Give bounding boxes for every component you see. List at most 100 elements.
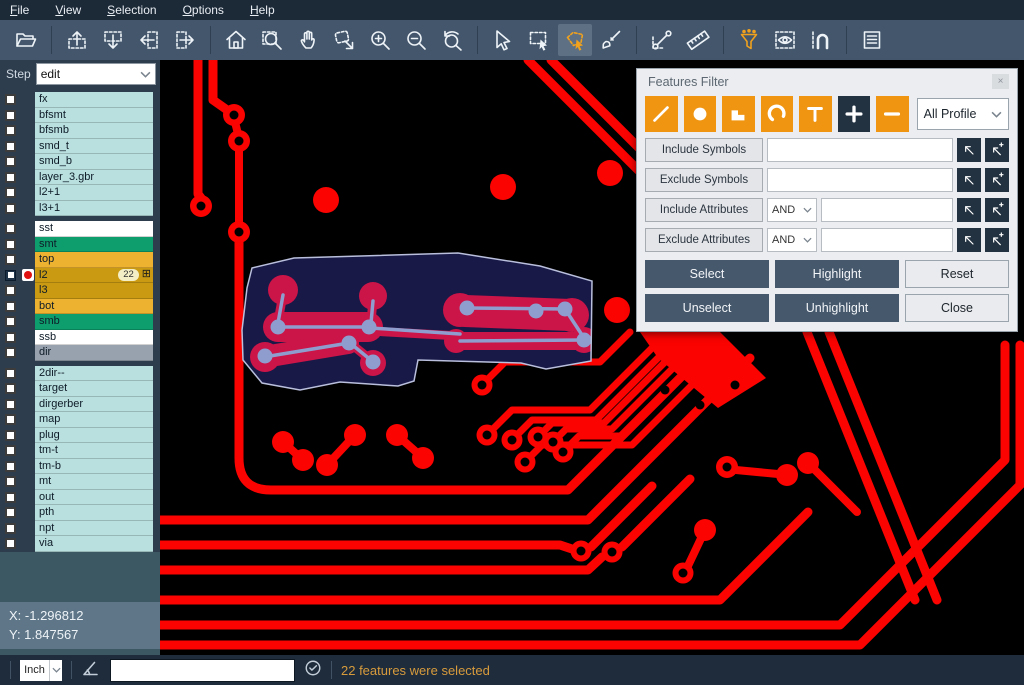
layer-checkbox[interactable] [5, 461, 16, 472]
zoom-out-button[interactable] [399, 24, 433, 56]
select-pointer-button[interactable] [486, 24, 520, 56]
layer-checkbox[interactable] [5, 368, 16, 379]
layer-row-l3[interactable]: l3 [0, 283, 153, 299]
layer-checkbox[interactable] [5, 316, 16, 327]
layer-row-bot[interactable]: bot [0, 299, 153, 315]
text-feature-button[interactable] [799, 96, 832, 132]
exclude-symbols-input[interactable] [767, 168, 953, 192]
command-input[interactable] [110, 659, 295, 682]
ruler-button[interactable] [681, 24, 715, 56]
home-view-button[interactable] [219, 24, 253, 56]
highlight-button[interactable]: Highlight [775, 260, 899, 288]
dialog-titlebar[interactable]: Features Filter × [637, 69, 1017, 94]
open-tool-button[interactable] [9, 24, 43, 56]
snap-magnet-button[interactable] [804, 24, 838, 56]
units-select[interactable]: Inch [20, 660, 62, 681]
layer-checkbox[interactable] [5, 156, 16, 167]
unselect-button[interactable]: Unselect [645, 294, 769, 322]
layer-row-tm-t[interactable]: tm-t [0, 443, 153, 459]
layer-row-dirgerber[interactable]: dirgerber [0, 397, 153, 413]
exclude-attributes-logic-select[interactable]: AND [767, 228, 817, 252]
layer-row-out[interactable]: out [0, 490, 153, 506]
menu-file[interactable]: File [10, 3, 29, 17]
layer-row-bfsmt[interactable]: bfsmt [0, 108, 153, 124]
layer-checkbox[interactable] [5, 239, 16, 250]
layer-checkbox[interactable] [5, 332, 16, 343]
layer-checkbox[interactable] [5, 430, 16, 441]
include-attributes-button[interactable]: Include Attributes [645, 198, 763, 222]
line-feature-button[interactable] [645, 96, 678, 132]
layer-row-smd_t[interactable]: smd_t [0, 139, 153, 155]
include-symbols-button[interactable]: Include Symbols [645, 138, 763, 162]
report-button[interactable] [855, 24, 889, 56]
layer-checkbox[interactable] [5, 172, 16, 183]
reset-button[interactable]: Reset [905, 260, 1009, 288]
exclude-symbols-button[interactable]: Exclude Symbols [645, 168, 763, 192]
layer-checkbox[interactable] [5, 476, 16, 487]
layer-row-npt[interactable]: npt [0, 521, 153, 537]
layer-row-layer3gbr[interactable]: layer_3.gbr [0, 170, 153, 186]
layer-row-map[interactable]: map [0, 412, 153, 428]
layer-checkbox[interactable] [5, 285, 16, 296]
measure-point-to-point-button[interactable] [645, 24, 679, 56]
layer-row-l2plus1[interactable]: l2+1 [0, 185, 153, 201]
layer-checkbox[interactable] [5, 301, 16, 312]
include-symbols-input[interactable] [767, 138, 953, 162]
layer-checkbox[interactable] [5, 203, 16, 214]
layer-checkbox[interactable] [5, 523, 16, 534]
layer-checkbox[interactable] [5, 347, 16, 358]
layer-row-smt[interactable]: smt [0, 237, 153, 253]
view-options-button[interactable] [768, 24, 802, 56]
profile-select[interactable]: All Profile [917, 98, 1009, 130]
exclude-attributes-button[interactable]: Exclude Attributes [645, 228, 763, 252]
pick-symbol-button[interactable] [957, 138, 981, 162]
pick-add-symbol-button[interactable] [985, 168, 1009, 192]
zoom-in-button[interactable] [363, 24, 397, 56]
refresh-status-icon[interactable] [304, 659, 322, 682]
layer-row-dir[interactable]: dir [0, 345, 153, 361]
pan-left-button[interactable] [132, 24, 166, 56]
include-attributes-input[interactable] [821, 198, 953, 222]
layer-checkbox[interactable] [5, 414, 16, 425]
pick-attribute-button[interactable] [957, 228, 981, 252]
layer-row-plug[interactable]: plug [0, 428, 153, 444]
menu-options[interactable]: Options [183, 3, 224, 17]
menu-view[interactable]: View [55, 3, 81, 17]
layer-row-tm-b[interactable]: tm-b [0, 459, 153, 475]
layer-checkbox[interactable] [5, 254, 16, 265]
arc-feature-button[interactable] [761, 96, 794, 132]
pick-attribute-button[interactable] [957, 198, 981, 222]
menu-help[interactable]: Help [250, 3, 275, 17]
pick-symbol-button[interactable] [957, 168, 981, 192]
layer-checkbox[interactable] [5, 383, 16, 394]
select-polygon-button[interactable] [558, 24, 592, 56]
select-button[interactable]: Select [645, 260, 769, 288]
layer-row-2dir[interactable]: 2dir-- [0, 366, 153, 382]
layer-row-top[interactable]: top [0, 252, 153, 268]
pan-down-button[interactable] [96, 24, 130, 56]
pan-up-button[interactable] [60, 24, 94, 56]
step-select[interactable]: edit [36, 63, 156, 85]
layer-row-fx[interactable]: fx [0, 92, 153, 108]
include-attributes-logic-select[interactable]: AND [767, 198, 817, 222]
layer-checkbox[interactable] [5, 399, 16, 410]
layer-checkbox[interactable] [5, 445, 16, 456]
layer-row-l3plus1[interactable]: l3+1 [0, 201, 153, 217]
menu-selection[interactable]: Selection [107, 3, 156, 17]
layer-checkbox[interactable] [5, 94, 16, 105]
layer-checkbox[interactable] [5, 187, 16, 198]
layer-checkbox[interactable] [5, 507, 16, 518]
layer-checkbox[interactable] [5, 110, 16, 121]
zoom-area-button[interactable] [327, 24, 361, 56]
select-rectangle-button[interactable] [522, 24, 556, 56]
pan-right-button[interactable] [168, 24, 202, 56]
negative-polarity-button[interactable] [876, 96, 909, 132]
angle-measure-icon[interactable] [81, 658, 101, 683]
zoom-window-button[interactable] [255, 24, 289, 56]
layer-checkbox-checked[interactable] [5, 270, 16, 281]
pick-add-attribute-button[interactable] [985, 198, 1009, 222]
features-filter-button[interactable] [732, 24, 766, 56]
layer-checkbox[interactable] [5, 141, 16, 152]
pick-add-attribute-button[interactable] [985, 228, 1009, 252]
paint-brush-button[interactable] [594, 24, 628, 56]
